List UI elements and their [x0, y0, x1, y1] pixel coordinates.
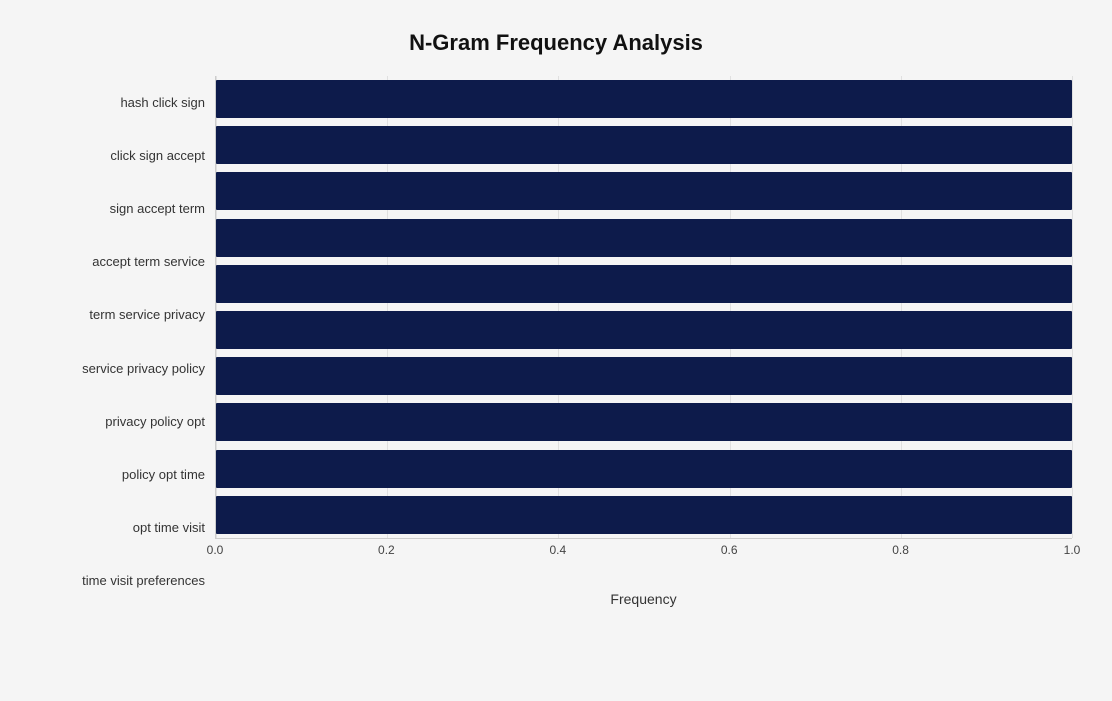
x-tick-label: 0.2	[378, 543, 395, 557]
bar	[216, 80, 1072, 118]
bar-row	[216, 399, 1072, 445]
y-axis-label: policy opt time	[40, 468, 205, 481]
bar-row	[216, 261, 1072, 307]
bar	[216, 357, 1072, 395]
bar-row	[216, 446, 1072, 492]
y-axis-label: opt time visit	[40, 521, 205, 534]
y-axis-label: hash click sign	[40, 96, 205, 109]
chart-body: hash click sign click sign accept sign acc…	[40, 76, 1072, 607]
x-tick-label: 1.0	[1064, 543, 1081, 557]
bar	[216, 311, 1072, 349]
x-tick-label: 0.0	[207, 543, 224, 557]
bar	[216, 172, 1072, 210]
bar	[216, 265, 1072, 303]
chart-container: N-Gram Frequency Analysis hash click sig…	[0, 0, 1112, 701]
bar	[216, 219, 1072, 257]
y-axis-label: service privacy policy	[40, 362, 205, 375]
bar-row	[216, 353, 1072, 399]
x-tick-label: 0.4	[549, 543, 566, 557]
y-axis-label: click sign accept	[40, 149, 205, 162]
grid-line	[1072, 76, 1073, 538]
bar-row	[216, 168, 1072, 214]
x-axis-label: Frequency	[215, 591, 1072, 607]
x-tick-label: 0.6	[721, 543, 738, 557]
chart-title: N-Gram Frequency Analysis	[40, 20, 1072, 56]
bar	[216, 126, 1072, 164]
bar	[216, 403, 1072, 441]
bar	[216, 450, 1072, 488]
bar-row	[216, 76, 1072, 122]
bar-row	[216, 215, 1072, 261]
bar-row	[216, 307, 1072, 353]
plot-area	[215, 76, 1072, 539]
bar	[216, 496, 1072, 534]
y-axis-label: accept term service	[40, 255, 205, 268]
bar-row	[216, 492, 1072, 538]
bar-row	[216, 122, 1072, 168]
y-axis-label: sign accept term	[40, 202, 205, 215]
y-axis-label: term service privacy	[40, 308, 205, 321]
x-tick-label: 0.8	[892, 543, 909, 557]
y-axis-label: time visit preferences	[40, 574, 205, 587]
y-axis-label: privacy policy opt	[40, 415, 205, 428]
y-axis: hash click sign click sign accept sign acc…	[40, 76, 215, 607]
